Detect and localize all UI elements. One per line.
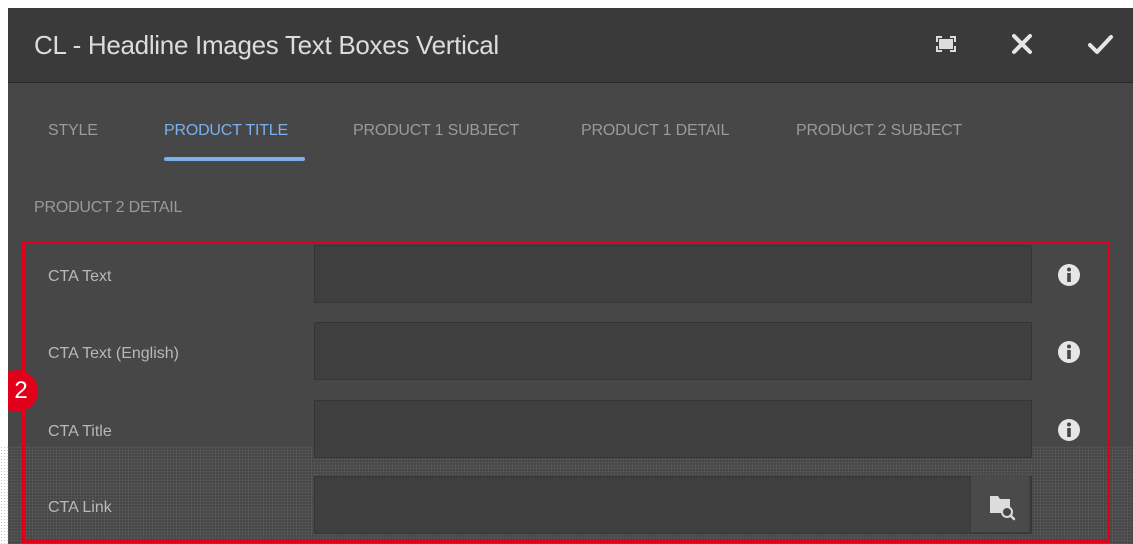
cta-text-english-input[interactable] [314, 322, 1032, 380]
cta-text-english-label: CTA Text (English) [48, 345, 180, 362]
tab-product-title[interactable]: PRODUCT TITLE [164, 122, 288, 140]
dialog: CL - Headline Images Text Boxes Vertical… [8, 8, 1133, 544]
folder-search-icon [990, 496, 1016, 521]
browse-button[interactable] [970, 476, 1029, 532]
close-icon[interactable] [1006, 28, 1038, 60]
checkmark-icon[interactable] [1084, 28, 1116, 60]
info-icon[interactable] [1057, 418, 1081, 442]
tab-product-1-detail[interactable]: PRODUCT 1 DETAIL [581, 122, 729, 140]
info-icon[interactable] [1057, 263, 1081, 287]
tab-product-1-subject[interactable]: PRODUCT 1 SUBJECT [353, 122, 519, 140]
info-icon[interactable] [1057, 340, 1081, 364]
tab-product-2-subject[interactable]: PRODUCT 2 SUBJECT [796, 122, 962, 140]
cta-text-label: CTA Text [48, 268, 112, 285]
cta-link-input[interactable] [314, 476, 1032, 534]
cta-title-label: CTA Title [48, 423, 112, 440]
active-tab-indicator [164, 157, 305, 161]
tab-bar: STYLE PRODUCT TITLE PRODUCT 1 SUBJECT PR… [8, 83, 1133, 243]
tab-product-2-detail[interactable]: PRODUCT 2 DETAIL [34, 199, 182, 217]
dialog-title: CL - Headline Images Text Boxes Vertical [34, 30, 499, 60]
fullscreen-icon[interactable] [930, 28, 962, 60]
tab-style[interactable]: STYLE [48, 122, 98, 140]
dialog-titlebar: CL - Headline Images Text Boxes Vertical [8, 8, 1133, 83]
cta-title-input[interactable] [314, 400, 1032, 458]
background-pattern-left [0, 446, 8, 544]
cta-link-label: CTA Link [48, 499, 112, 516]
cta-text-input[interactable] [314, 245, 1032, 303]
